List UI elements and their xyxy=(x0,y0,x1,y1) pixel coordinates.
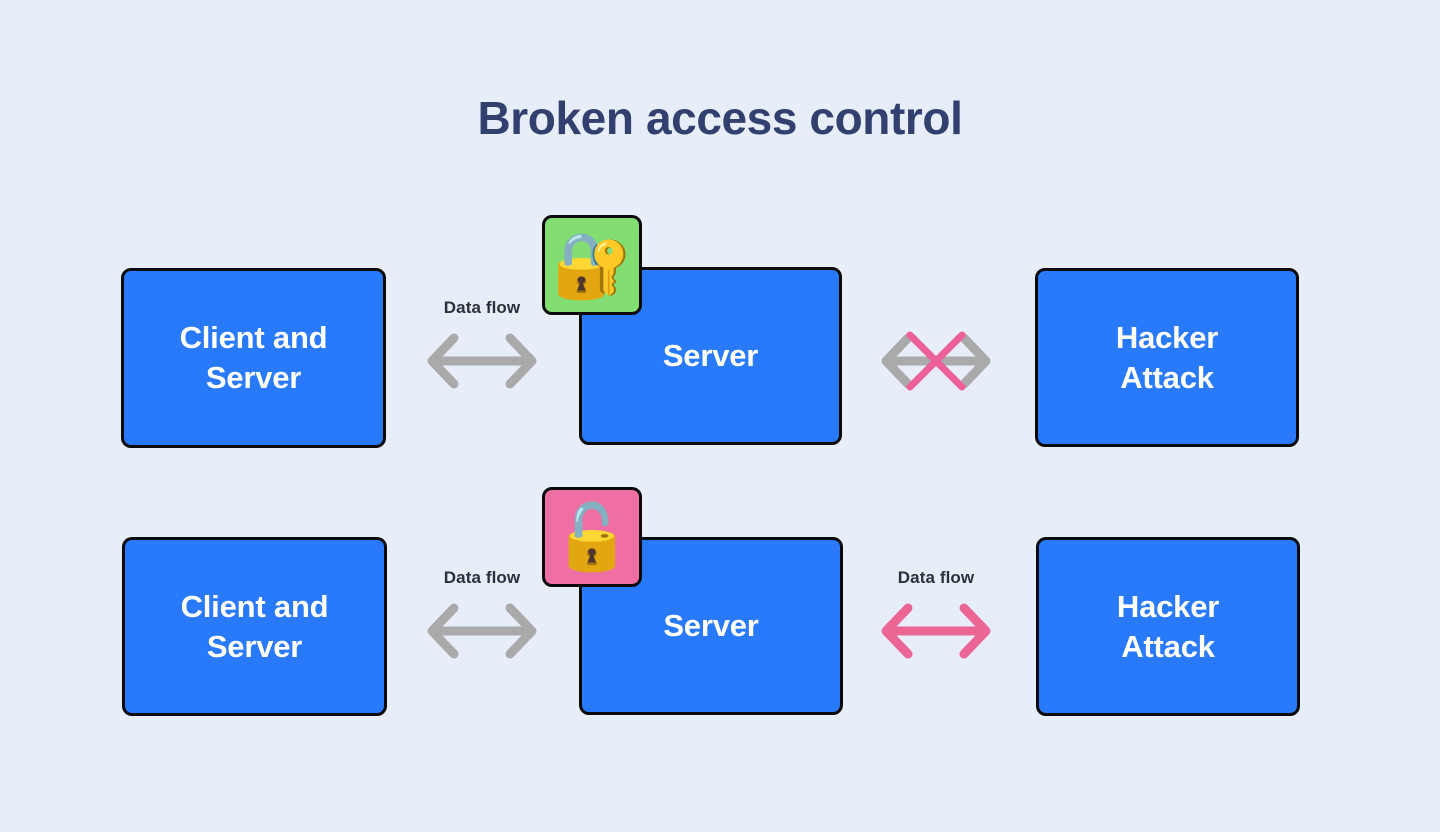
node-label: Server xyxy=(662,338,759,373)
node-client-and-server-broken: Client and Server xyxy=(122,537,387,716)
bidirectional-arrow-icon xyxy=(427,333,537,389)
bidirectional-arrow-icon xyxy=(881,603,991,659)
node-client-and-server-secure: Client and Server xyxy=(121,268,386,448)
connector-server-to-hacker-allowed: Data flow xyxy=(850,568,1022,674)
blocked-bidirectional-arrow-icon xyxy=(881,331,991,391)
open-padlock-icon: 🔓 xyxy=(552,501,632,573)
connector-label: Data flow xyxy=(897,568,975,587)
node-label: Client and Server xyxy=(179,320,328,395)
node-label: Hacker Attack xyxy=(1115,319,1219,395)
badge-access-control-secure: 🔐 xyxy=(542,215,642,315)
node-label: Hacker Attack xyxy=(1116,588,1220,664)
connector-server-to-hacker-blocked xyxy=(850,298,1022,404)
diagram-canvas: Broken access control Client and Server … xyxy=(0,0,1440,832)
connector-client-to-server-broken: Data flow xyxy=(396,568,568,674)
node-hacker-attack-allowed: Hacker Attack xyxy=(1036,537,1300,716)
node-label: Client and Server xyxy=(180,588,329,664)
connector-client-to-server-secure: Data flow xyxy=(396,298,568,404)
node-label: Server xyxy=(663,608,759,643)
page-title: Broken access control xyxy=(477,92,963,144)
closed-padlock-with-key-icon: 🔐 xyxy=(552,229,632,301)
bidirectional-arrow-icon xyxy=(427,603,537,659)
badge-access-control-broken: 🔓 xyxy=(542,487,642,587)
node-hacker-attack-blocked: Hacker Attack xyxy=(1035,268,1299,447)
